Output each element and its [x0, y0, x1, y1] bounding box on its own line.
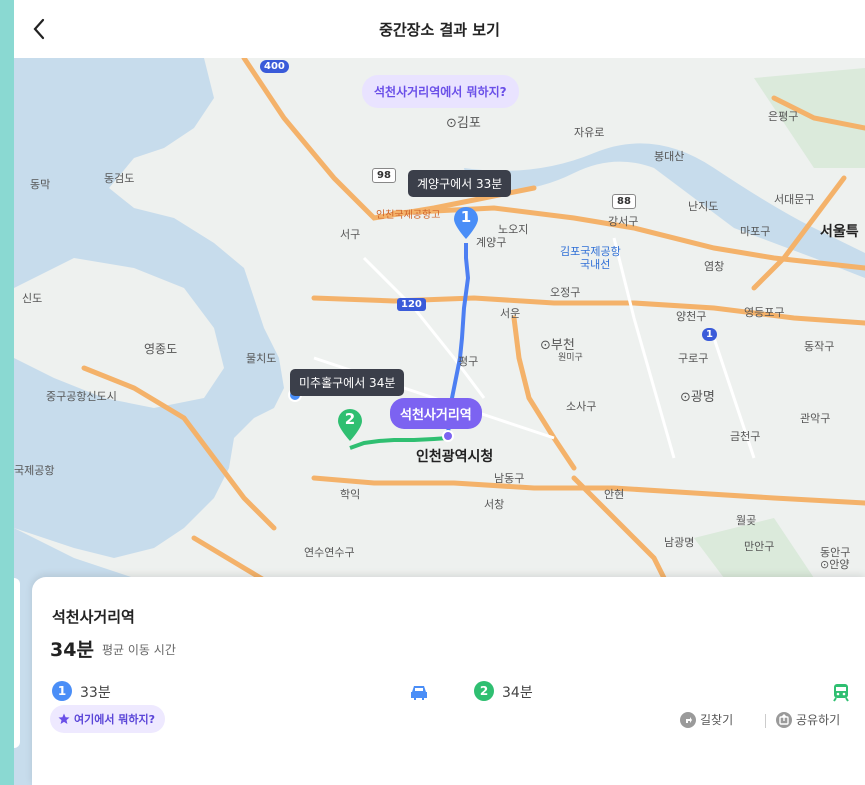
place-label: 인천광역시청 — [416, 449, 494, 465]
result-sheet: 석천사거리역 34분 평균 이동 시간 1 33분 2 34분 여기에서 뭐하지… — [32, 577, 865, 785]
place-label: 서창 — [484, 498, 505, 511]
page-title: 중간장소 결과 보기 — [379, 20, 500, 39]
star-icon — [58, 713, 70, 724]
average-time: 34분 — [50, 639, 94, 661]
place-label: 계양구 — [476, 236, 507, 249]
place-label: 서운 — [500, 307, 521, 320]
route-shield: 400 — [260, 60, 289, 73]
route-1-time: 33분 — [80, 685, 111, 701]
place-label: 물치도 — [246, 352, 277, 365]
place-label: 봉대산 — [654, 150, 685, 163]
directions-icon — [680, 711, 696, 728]
place-label: 월곶 — [736, 514, 757, 527]
what-to-do-button[interactable]: 여기에서 뭐하지? — [50, 705, 166, 733]
place-label: 남광명 — [664, 536, 695, 549]
place-label: 영등포구 — [744, 306, 785, 319]
place-label: 구로구 — [678, 352, 709, 365]
place-label: 인천국제공항고 — [376, 210, 441, 221]
place-label: 마포구 — [740, 225, 771, 238]
back-icon[interactable] — [24, 14, 54, 44]
place-label: ⊙김포 — [446, 116, 481, 131]
place-label: 안현 — [604, 488, 625, 501]
place-label: 학익 — [340, 488, 361, 501]
origin-1-callout: 계양구에서 33분 — [408, 170, 512, 197]
share-icon — [776, 711, 792, 728]
share-button[interactable]: 공유하기 — [776, 711, 840, 728]
app-header: 중간장소 결과 보기 — [14, 0, 865, 58]
place-label: 만안구 — [744, 540, 775, 553]
route-2-time: 34분 — [502, 685, 533, 701]
share-label: 공유하기 — [796, 713, 841, 727]
place-label: 양천구 — [676, 310, 707, 323]
place-label: 자유로 — [574, 126, 605, 139]
question-callout[interactable]: 석천사거리역에서 뭐하지? — [362, 75, 519, 108]
place-label: 남동구 — [494, 472, 525, 485]
what-to-do-label: 여기에서 뭐하지? — [74, 713, 156, 726]
car-icon — [408, 681, 430, 703]
place-label: ⊙광명 — [680, 390, 715, 405]
place-label: 국내선 — [580, 258, 611, 271]
place-label: 은평구 — [768, 110, 799, 123]
origin-2-pin[interactable]: 2 — [336, 408, 364, 442]
place-label: 강서구 — [608, 215, 639, 228]
place-label: 동작구 — [804, 340, 835, 353]
directions-button[interactable]: 길찾기 — [680, 711, 733, 728]
place-label: 서울특 — [820, 224, 859, 240]
place-label: 관악구 — [800, 412, 831, 425]
average-time-label: 평균 이동 시간 — [102, 643, 176, 657]
meeting-place-callout[interactable]: 석천사거리역 — [390, 398, 482, 429]
place-label: 연수연수구 — [304, 546, 355, 559]
place-label: 국제공항 — [14, 464, 55, 477]
action-divider — [765, 714, 766, 728]
route-2-badge: 2 — [474, 681, 494, 701]
route-shield: 98 — [372, 168, 396, 183]
place-label: 중구공항신도시 — [46, 390, 117, 403]
origin-2-callout: 미추홀구에서 34분 — [290, 369, 405, 396]
place-label: 소사구 — [566, 400, 597, 413]
place-label: 염창 — [704, 260, 725, 273]
place-label: 동막 — [30, 178, 51, 191]
directions-label: 길찾기 — [700, 713, 734, 727]
place-label: ⊙안양 — [820, 558, 850, 571]
place-label: 서대문구 — [774, 193, 815, 206]
route-1-badge: 1 — [52, 681, 72, 701]
place-label: 신도 — [22, 292, 43, 305]
place-label: 평구 — [458, 355, 479, 368]
place-label: 영종도 — [144, 342, 178, 356]
place-label: 난지도 — [688, 200, 719, 213]
previous-card-edge[interactable] — [14, 578, 20, 748]
subway-icon — [830, 681, 852, 703]
place-label: 오정구 — [550, 286, 581, 299]
place-label: 서구 — [340, 228, 361, 241]
route-shield: 88 — [612, 194, 636, 209]
route-shield: 1 — [702, 328, 717, 341]
route-shield: 120 — [397, 298, 426, 311]
place-label: 원미구 — [558, 353, 583, 363]
place-label: 금천구 — [730, 430, 761, 443]
station-name: 석천사거리역 — [52, 608, 135, 626]
place-label: 동검도 — [104, 172, 135, 185]
origin-1-pin[interactable]: 1 — [452, 206, 480, 240]
